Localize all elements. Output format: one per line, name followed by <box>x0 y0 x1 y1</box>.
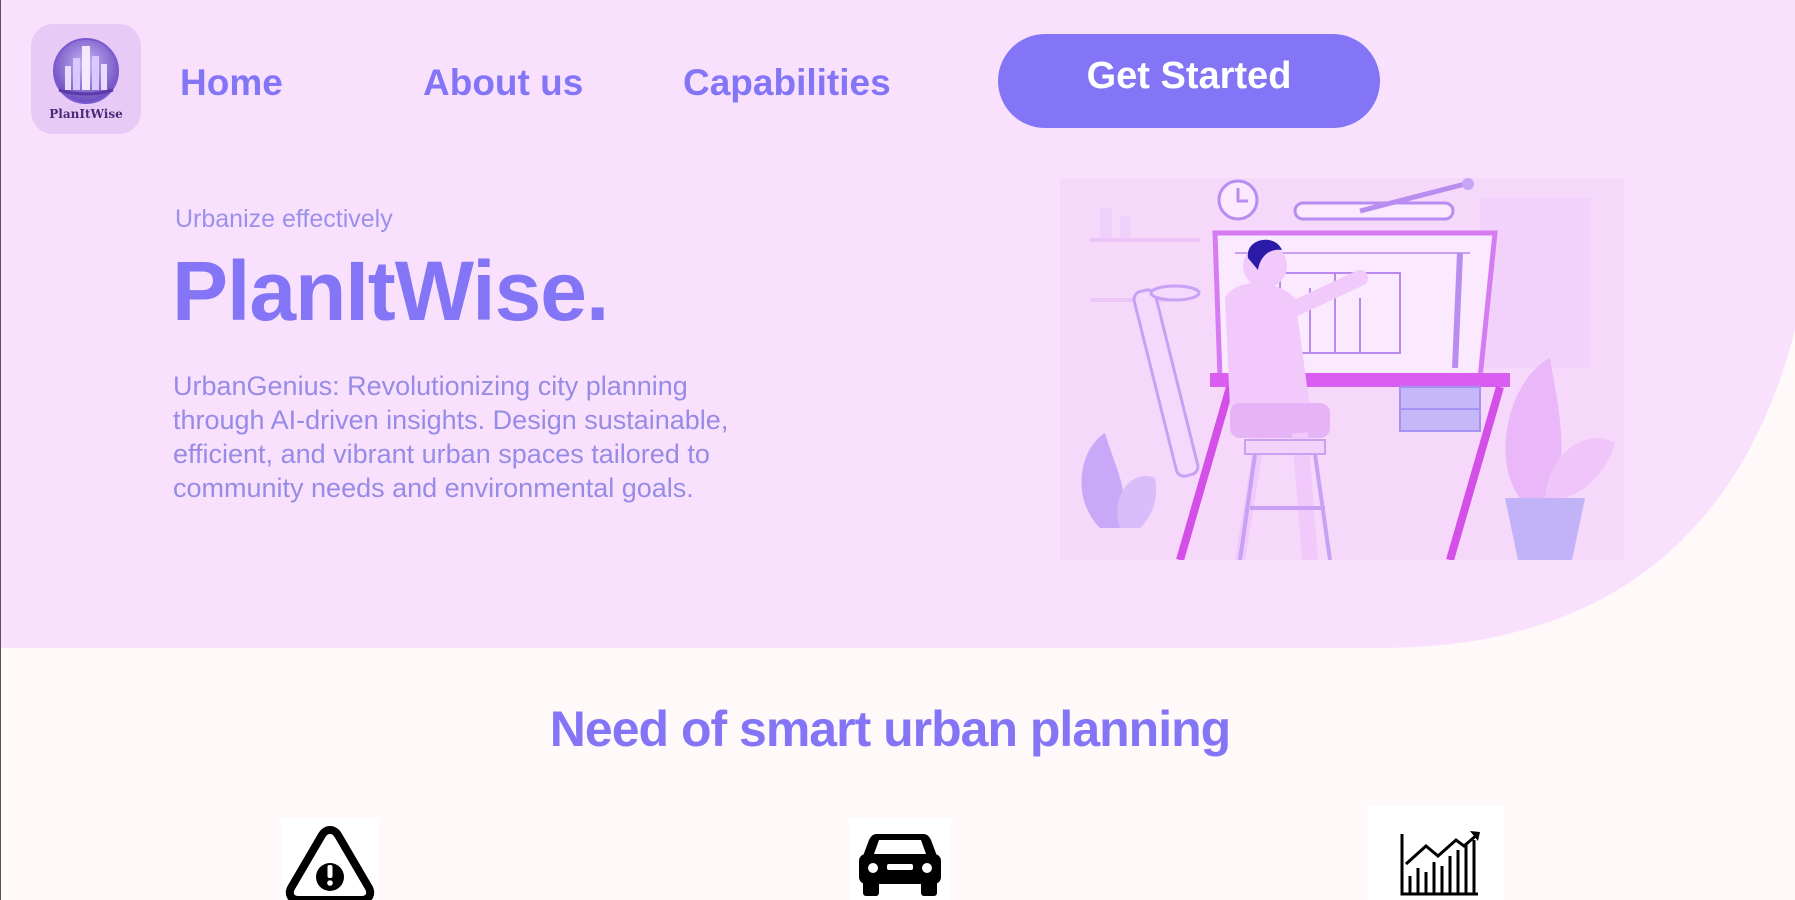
page: PlanItWise Home About us Capabilities Ge… <box>0 0 1795 900</box>
hero-description: UrbanGenius: Revolutionizing city planni… <box>173 371 729 503</box>
left-border <box>0 0 1 900</box>
section-title: Need of smart urban planning <box>549 701 1231 757</box>
warning-icon <box>281 818 379 900</box>
hero-title: PlanItWise. <box>172 244 609 338</box>
nav-capabilities-link[interactable]: Capabilities <box>683 62 891 104</box>
city-globe-icon <box>53 38 119 104</box>
logo[interactable]: PlanItWise <box>31 24 141 134</box>
hero-eyebrow: Urbanize effectively <box>175 205 393 233</box>
architect-at-drafting-table-illustration <box>1060 178 1624 560</box>
nav-home-link[interactable]: Home <box>180 62 283 104</box>
car-icon <box>849 818 951 900</box>
logo-text: PlanItWise <box>49 107 123 121</box>
growth-chart-icon <box>1368 806 1504 900</box>
nav-about-link[interactable]: About us <box>423 62 583 104</box>
get-started-button[interactable]: Get Started <box>998 34 1380 128</box>
